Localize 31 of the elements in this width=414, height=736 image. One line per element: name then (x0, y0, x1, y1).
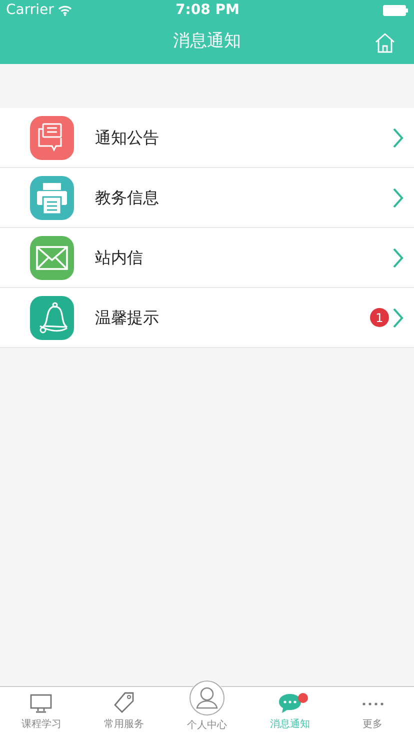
menu-label: 温馨提示 (95, 306, 160, 328)
menu-row[interactable]: 站内信 (0, 228, 414, 288)
menu-row[interactable]: 教务信息 (0, 168, 414, 228)
chevron-icon (393, 248, 404, 268)
menu-row[interactable]: 温馨提示 1 (0, 288, 414, 348)
carrier-label: Carrier (6, 0, 54, 20)
status-time: 7:08 PM (174, 0, 240, 20)
chevron-icon (393, 308, 404, 328)
tab-item[interactable]: 常用服务 (82, 687, 166, 736)
chat-icon (278, 692, 302, 714)
more-icon (360, 701, 385, 707)
bell-icon (30, 296, 74, 340)
screen-title: 消息通知 (173, 30, 241, 54)
chevron-icon (393, 188, 404, 208)
menu-row[interactable]: 通知公告 (0, 108, 414, 168)
wifi-icon (58, 4, 72, 16)
menu-label: 站内信 (95, 246, 144, 268)
tag-icon (113, 692, 136, 714)
tab-item[interactable]: 消息通知 (248, 687, 332, 736)
count-badge: 1 (370, 308, 389, 327)
tab-item[interactable]: 课程学习 (0, 687, 83, 736)
menu-label: 教务信息 (95, 186, 160, 208)
menu-label: 通知公告 (95, 126, 160, 148)
notice-icon (30, 116, 74, 160)
envelope-icon (30, 236, 74, 280)
battery-icon (383, 4, 408, 16)
tab-item[interactable]: 更多 (331, 687, 414, 736)
printer-icon (30, 176, 74, 220)
tab-item[interactable]: 个人中心 (166, 672, 248, 736)
monitor-icon (30, 694, 52, 714)
chevron-icon (393, 128, 404, 148)
